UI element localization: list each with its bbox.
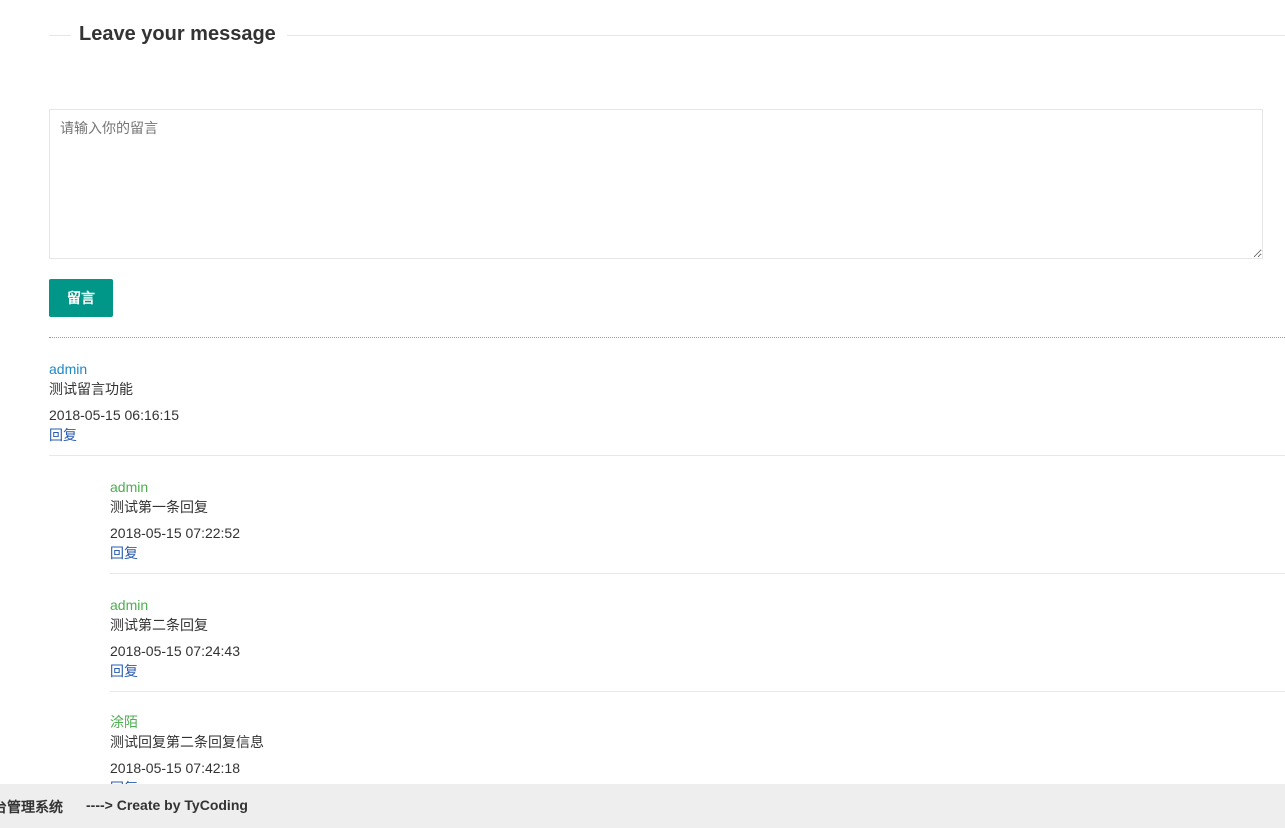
section-header: Leave your message <box>49 20 1285 52</box>
reply-text: 测试第二条回复 <box>110 617 208 633</box>
comment-author: admin <box>49 361 88 377</box>
reply-reply-link[interactable]: 回复 <box>110 661 138 681</box>
message-input[interactable] <box>49 109 1263 259</box>
reply-author: admin <box>110 597 149 613</box>
comment-separator <box>49 455 1285 456</box>
footer-bar: 台管理系统 ----> Create by TyCoding <box>0 784 1285 828</box>
page-title: Leave your message <box>79 23 276 45</box>
header-line-right <box>287 35 1285 36</box>
reply-item: admin 测试第一条回复 2018-05-15 07:22:52 回复 <box>110 477 1285 563</box>
reply-time: 2018-05-15 07:22:52 <box>110 525 240 541</box>
reply-author: 涂陌 <box>110 714 138 730</box>
reply-item: 涂陌 测试回复第二条回复信息 2018-05-15 07:42:18 回复 <box>110 712 1285 784</box>
reply-reply-link[interactable]: 回复 <box>110 543 138 563</box>
reply-separator <box>110 691 1285 692</box>
reply-time: 2018-05-15 07:42:18 <box>110 760 240 776</box>
message-board: Leave your message 留言 admin 测试留言功能 2018-… <box>49 0 1285 784</box>
reply-separator <box>110 573 1285 574</box>
comments-divider <box>49 337 1285 338</box>
reply-item: admin 测试第二条回复 2018-05-15 07:24:43 回复 <box>110 595 1285 681</box>
header-line-left <box>49 35 71 36</box>
comment-reply-link[interactable]: 回复 <box>49 425 77 445</box>
footer-credit: ----> Create by TyCoding <box>86 797 248 813</box>
reply-author: admin <box>110 479 149 495</box>
comment-item: admin 测试留言功能 2018-05-15 06:16:15 回复 <box>49 359 1285 445</box>
comment-time: 2018-05-15 06:16:15 <box>49 407 179 423</box>
reply-text: 测试第一条回复 <box>110 499 208 515</box>
submit-message-button[interactable]: 留言 <box>49 279 113 317</box>
reply-time: 2018-05-15 07:24:43 <box>110 643 240 659</box>
comment-text: 测试留言功能 <box>49 381 133 397</box>
footer-system-name: 台管理系统 <box>0 799 63 815</box>
reply-text: 测试回复第二条回复信息 <box>110 734 264 750</box>
